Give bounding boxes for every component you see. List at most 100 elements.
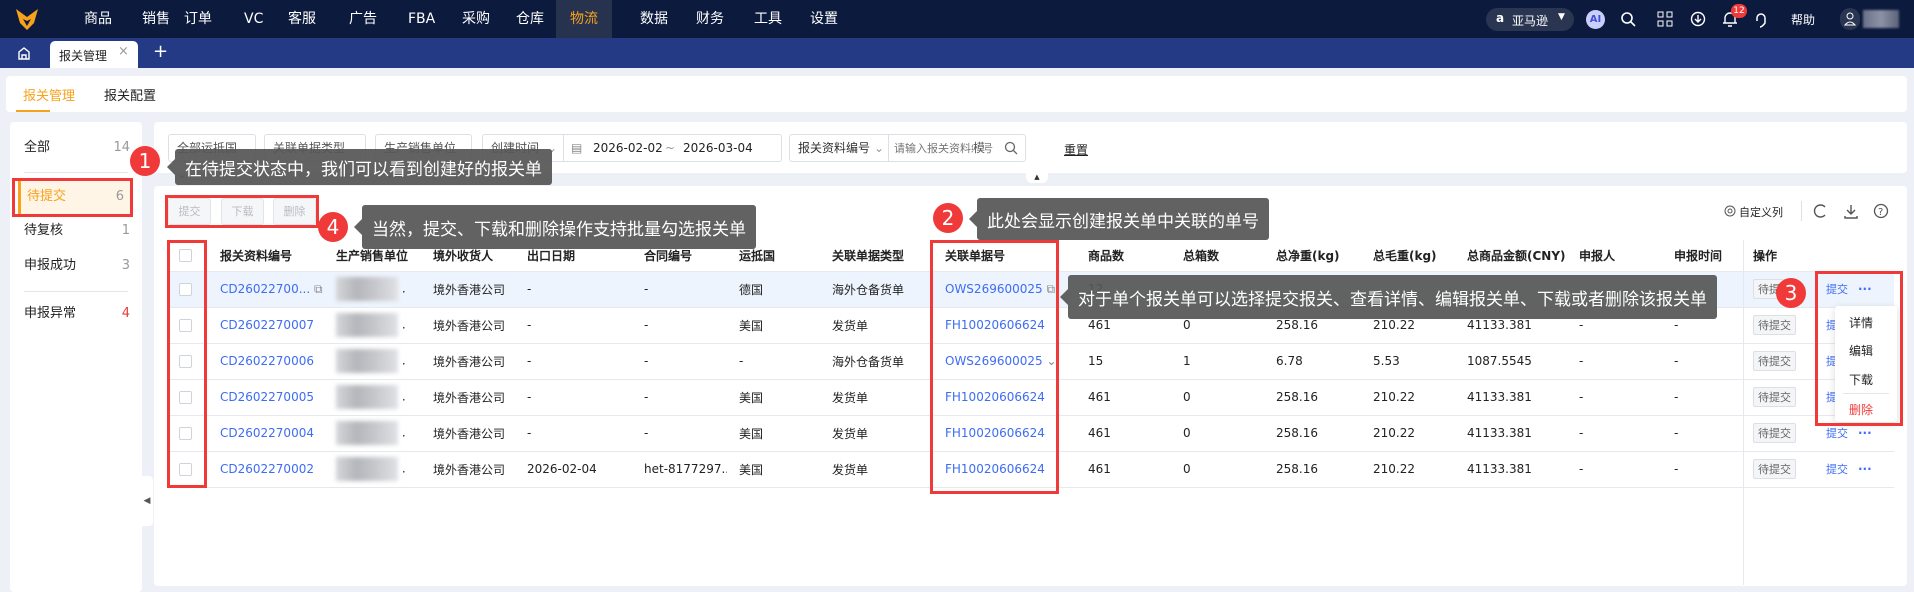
ref-number-link[interactable]: OWS269600025	[945, 282, 1043, 296]
sidebar-item-error[interactable]: 申报异常 4	[10, 297, 142, 331]
download-circle-icon[interactable]	[1690, 11, 1706, 27]
collapse-filter-toggle[interactable]: ▲	[1026, 173, 1048, 183]
ref-number-link[interactable]: FH10020606624	[945, 462, 1045, 476]
apps-icon[interactable]	[1657, 11, 1673, 27]
menu-item-details[interactable]: 详情	[1849, 314, 1873, 331]
nav-item[interactable]: VC	[240, 0, 267, 38]
table-row[interactable]: CD2602270002 . 境外香港公司 2026-02-04 het-817729…	[167, 451, 1894, 488]
nav-item[interactable]: 工具	[750, 0, 786, 38]
row-submit-link[interactable]: 提交	[1826, 283, 1848, 296]
avatar[interactable]	[1840, 8, 1860, 30]
subtab-customs-management[interactable]: 报关管理	[23, 85, 75, 104]
menu-item-download[interactable]: 下载	[1849, 371, 1873, 388]
row-checkbox[interactable]	[167, 343, 208, 380]
cell-net: 258.16	[1264, 415, 1361, 452]
nav-item[interactable]: FBA	[404, 0, 439, 38]
more-actions-icon[interactable]: ···	[1858, 282, 1872, 296]
copy-icon[interactable]: ⧉	[1046, 282, 1055, 296]
subtab-customs-config[interactable]: 报关配置	[104, 85, 156, 104]
nav-item[interactable]: 财务	[692, 0, 728, 38]
batch-download-button[interactable]: 下载	[221, 198, 264, 225]
collapse-sidebar-handle[interactable]: ◀	[141, 476, 153, 526]
search-field-select[interactable]: 报关资料编号	[798, 135, 870, 161]
callout-tooltip: 在待提交状态中，我们可以看到创建好的报关单	[167, 149, 552, 185]
nav-item[interactable]: 销售	[138, 0, 174, 38]
callout-tooltip: 此处会显示创建报关单中关联的单号	[969, 198, 1269, 240]
row-checkbox[interactable]	[167, 415, 208, 452]
customs-id-link[interactable]: CD2602270005	[220, 390, 314, 404]
reset-button[interactable]: 重置	[1064, 141, 1088, 158]
nav-item[interactable]: 物流	[556, 0, 612, 38]
nav-item[interactable]: 商品	[80, 0, 116, 38]
refresh-icon[interactable]	[1812, 203, 1828, 219]
menu-item-delete[interactable]: 删除	[1849, 401, 1873, 418]
customs-id-link[interactable]: CD26022700...	[220, 282, 310, 296]
select-all-checkbox[interactable]	[167, 240, 208, 272]
sidebar-item-success[interactable]: 申报成功 3	[10, 249, 142, 283]
nav-item[interactable]: 客服	[284, 0, 320, 38]
ref-number-link[interactable]: FH10020606624	[945, 318, 1045, 332]
copy-icon[interactable]: ⧉	[314, 282, 323, 296]
column-header: 商品数	[1076, 240, 1171, 272]
nav-item[interactable]: 订单	[180, 0, 216, 38]
help-link[interactable]: 帮助	[1791, 11, 1815, 28]
chevron-down-icon[interactable]: ⌄	[1046, 354, 1056, 368]
callout-tooltip: 对于单个报关单可以选择提交报关、查看详情、编辑报关单、下载或者删除该报关单	[1060, 275, 1717, 319]
sidebar-item-pending[interactable]: 待提交 6	[18, 180, 130, 214]
callout-number: 4	[318, 212, 348, 242]
nav-item[interactable]: 广告	[345, 0, 381, 38]
help-icon[interactable]: ?	[1873, 203, 1889, 219]
row-checkbox[interactable]	[167, 271, 208, 308]
date-to[interactable]: 2026-03-04	[683, 135, 753, 161]
customs-id-link[interactable]: CD2602270004	[220, 426, 314, 440]
customs-id-link[interactable]: CD2602270007	[220, 318, 314, 332]
ai-button[interactable]: AI	[1586, 10, 1605, 29]
ref-number-link[interactable]: FH10020606624	[945, 390, 1045, 404]
headset-icon[interactable]	[1754, 11, 1768, 28]
batch-submit-button[interactable]: 提交	[168, 198, 211, 225]
row-checkbox[interactable]	[167, 379, 208, 416]
nav-item[interactable]: 数据	[636, 0, 672, 38]
table-row[interactable]: CD2602270006 . 境外香港公司 - - - 海外仓备货单 OWS26960002…	[167, 343, 1894, 380]
date-from[interactable]: 2026-02-02	[593, 135, 663, 161]
customs-id-link[interactable]: CD2602270002	[220, 462, 314, 476]
column-header: 总商品金额(CNY)	[1455, 240, 1567, 272]
custom-columns-button[interactable]: 自定义列	[1739, 204, 1783, 220]
fuzzy-mode-toggle[interactable]: 模	[973, 135, 986, 161]
more-actions-icon[interactable]: ···	[1858, 462, 1872, 476]
platform-selector[interactable]: a 亚马逊 ▼	[1486, 8, 1574, 31]
add-tab-icon[interactable]: +	[153, 41, 168, 62]
column-header: 申报时间	[1662, 240, 1743, 272]
row-checkbox[interactable]	[167, 451, 208, 488]
customs-id-link[interactable]: CD2602270006	[220, 354, 314, 368]
cell-country: 美国	[727, 307, 820, 344]
close-icon[interactable]: ×	[118, 44, 129, 59]
search-icon[interactable]	[1620, 11, 1636, 27]
logo-icon[interactable]	[14, 7, 40, 31]
nav-item[interactable]: 仓库	[512, 0, 548, 38]
callout-number: 3	[1776, 278, 1806, 308]
download-icon[interactable]	[1843, 203, 1859, 219]
row-submit-link[interactable]: 提交	[1826, 463, 1848, 476]
cell-gross: 210.22	[1361, 451, 1455, 488]
ref-number-link[interactable]: FH10020606624	[945, 426, 1045, 440]
nav-item[interactable]: 采购	[458, 0, 494, 38]
ref-number-link[interactable]: OWS269600025	[945, 354, 1043, 368]
home-icon[interactable]	[17, 46, 31, 60]
tab-customs-management[interactable]: 报关管理 ×	[50, 41, 138, 68]
cell-date: -	[515, 415, 632, 452]
cell-gross: 210.22	[1361, 415, 1455, 452]
gear-icon[interactable]	[1724, 205, 1736, 217]
sidebar-item-review[interactable]: 待复核 1	[10, 214, 142, 248]
more-actions-icon[interactable]: ···	[1858, 426, 1872, 440]
row-checkbox[interactable]	[167, 307, 208, 344]
menu-item-edit[interactable]: 编辑	[1849, 342, 1873, 359]
table-row[interactable]: CD2602270004 . 境外香港公司 - - 美国 发货单 FH10020606624…	[167, 415, 1894, 452]
batch-delete-button[interactable]: 删除	[273, 198, 316, 225]
platform-label: 亚马逊	[1512, 14, 1549, 28]
table-row[interactable]: CD2602270005 . 境外香港公司 - - 美国 发货单 FH10020606624…	[167, 379, 1894, 416]
nav-item[interactable]: 设置	[806, 0, 842, 38]
sidebar-item-all[interactable]: 全部 14	[10, 131, 142, 165]
search-icon[interactable]	[1004, 141, 1018, 155]
row-submit-link[interactable]: 提交	[1826, 427, 1848, 440]
